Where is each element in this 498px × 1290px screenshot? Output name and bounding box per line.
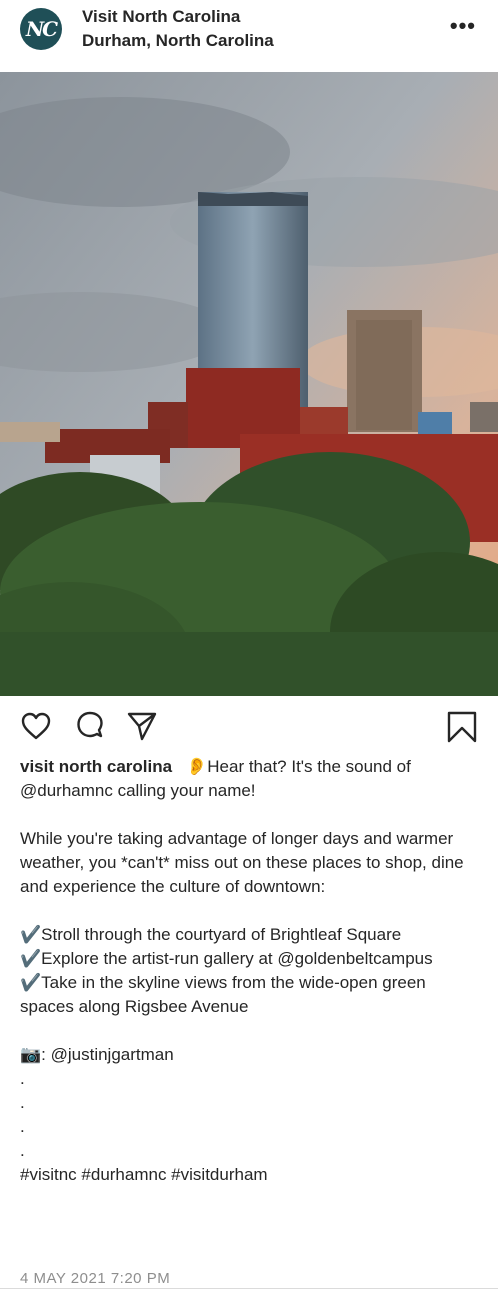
bookmark-icon[interactable] (446, 710, 478, 744)
caption-intro: visit north carolina 👂Hear that? It's the… (20, 755, 482, 803)
more-options-button[interactable]: ••• (450, 15, 476, 37)
avatar[interactable]: NC (20, 8, 62, 50)
post-timestamp[interactable]: 4 MAY 2021 7:20 PM (20, 1270, 170, 1287)
post-title-block: Visit North Carolina Durham, North Carol… (82, 5, 274, 53)
comment-icon[interactable] (74, 710, 106, 742)
caption-hashtags[interactable]: #visitnc #durhamnc #visitdurham (20, 1163, 482, 1187)
divider (0, 1288, 498, 1289)
location-link[interactable]: Durham, North Carolina (82, 29, 274, 53)
caption-list-item: ✔️Take in the skyline views from the wid… (20, 973, 431, 1016)
caption-dot: . (20, 1093, 25, 1112)
action-bar (0, 710, 498, 746)
caption-list-item: ✔️Stroll through the courtyard of Bright… (20, 925, 402, 944)
send-icon[interactable] (126, 710, 158, 742)
caption-dot: . (20, 1117, 25, 1136)
account-name-link[interactable]: Visit North Carolina (82, 5, 274, 29)
post-header: NC Visit North Carolina Durham, North Ca… (0, 0, 498, 72)
caption-dot: . (20, 1069, 25, 1088)
caption-paragraph: While you're taking advantage of longer … (20, 829, 469, 896)
caption-list-item: ✔️Explore the artist-run gallery at @gol… (20, 949, 433, 968)
heart-icon[interactable] (20, 710, 52, 742)
photo-credit: 📷: @justinjgartman (20, 1045, 174, 1064)
caption-dot: . (20, 1141, 25, 1160)
post-photo[interactable] (0, 72, 498, 696)
caption-username-link[interactable]: visit north carolina (20, 757, 172, 776)
post-caption: visit north carolina 👂Hear that? It's the… (20, 755, 482, 1187)
